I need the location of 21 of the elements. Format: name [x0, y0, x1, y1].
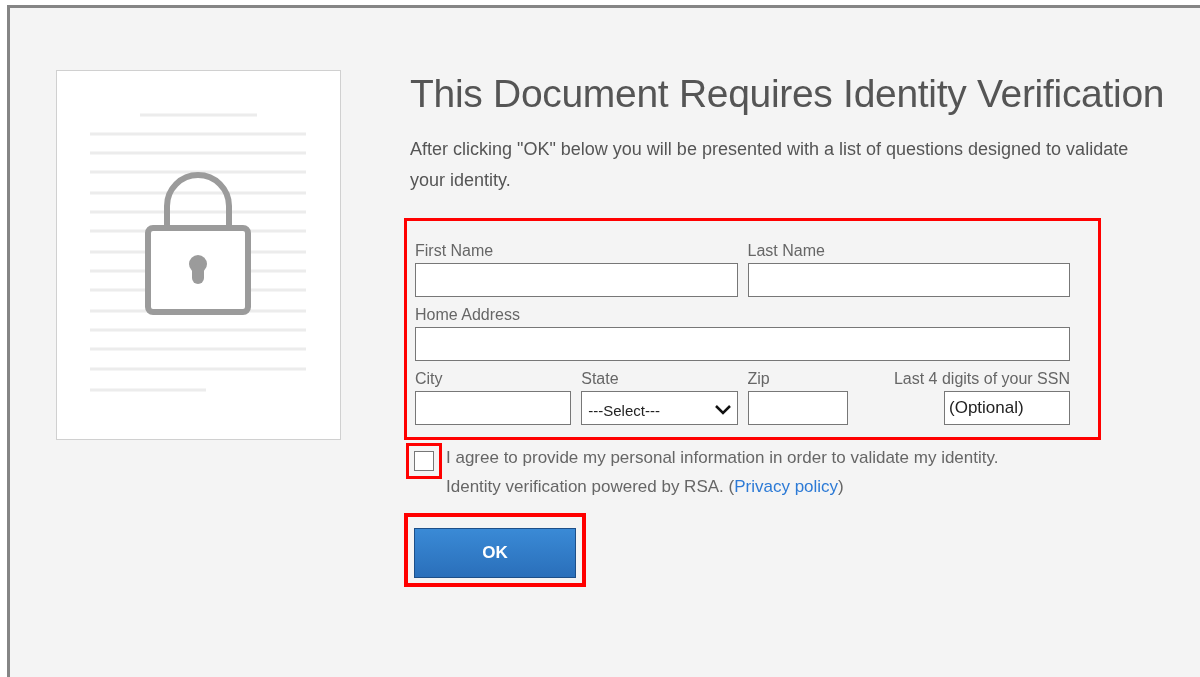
agree-checkbox[interactable] [414, 451, 434, 471]
intro-text: After clicking "OK" below you will be presented with a list of questions designed to validate your identity. [410, 138, 1130, 192]
input-field[interactable]: (Optional) [944, 391, 1070, 425]
input-field[interactable] [415, 327, 1070, 361]
field-label: Last 4 digits of your SSN [893, 369, 1070, 389]
input-field[interactable] [747, 263, 1070, 297]
field-label: First Name [415, 241, 495, 261]
agreement-text: I agree to provide my personal information in order to validate my identity. Identity verification powered by RSA. (Privacy policy) [446, 447, 1000, 498]
field-label: State [581, 369, 620, 389]
input-field[interactable] [415, 263, 738, 297]
field-label: City [415, 369, 444, 389]
input-field[interactable] [415, 391, 572, 425]
ok-button[interactable]: OK [414, 528, 576, 578]
field-label: Zip [747, 369, 771, 389]
state-select[interactable]: ---Select--- [581, 391, 738, 425]
field-label: Last Name [747, 241, 826, 261]
chevron-down-icon [714, 405, 731, 415]
field-label: Home Address [415, 305, 521, 325]
privacy-policy-link[interactable]: Privacy policy [734, 477, 839, 496]
page-title: This Document Requires Identity Verification [410, 72, 1166, 116]
input-field[interactable] [747, 391, 849, 425]
